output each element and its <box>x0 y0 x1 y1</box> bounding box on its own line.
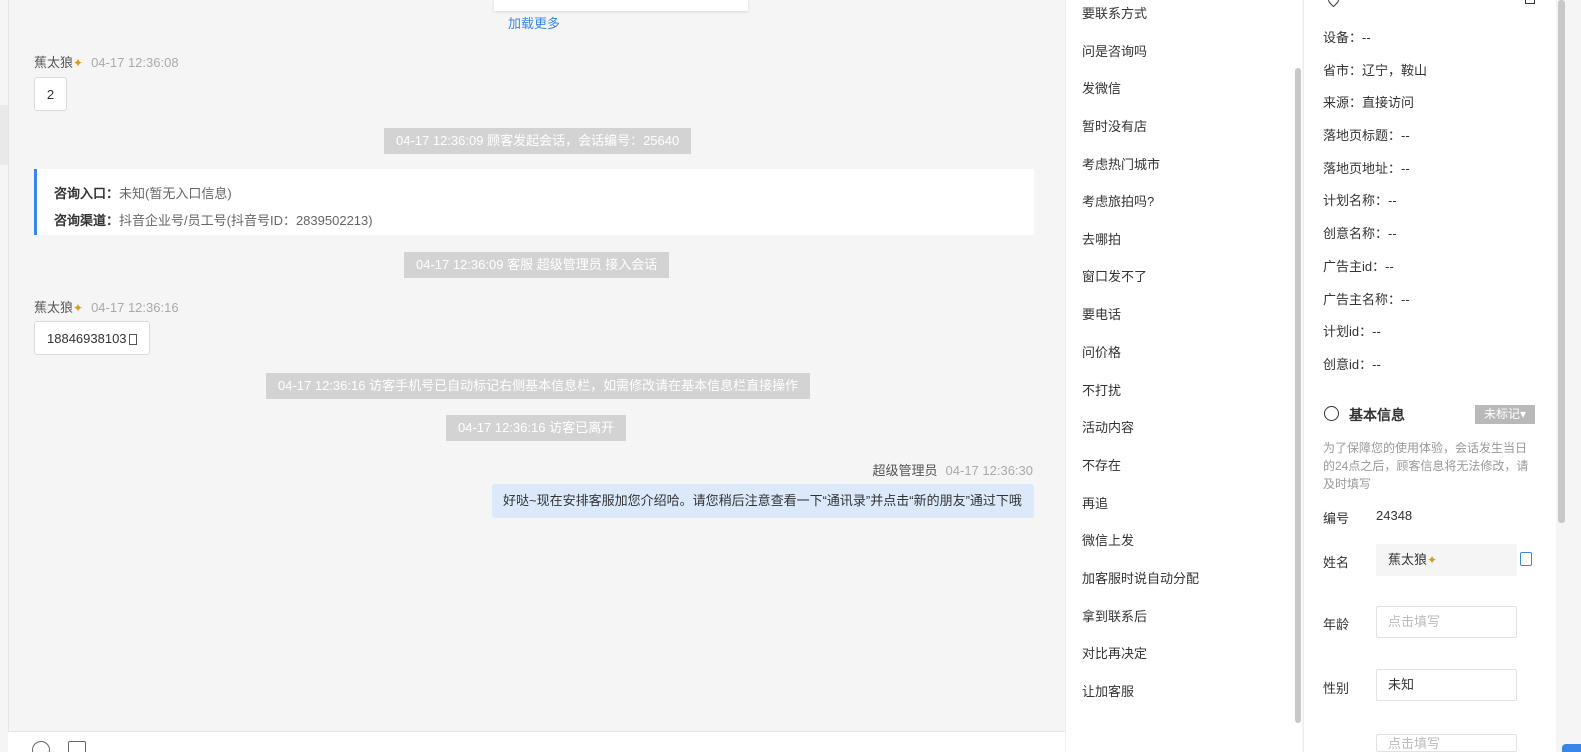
message-text: 2 <box>46 86 55 102</box>
quick-reply-item[interactable]: 加客服时说自动分配 <box>1082 568 1199 587</box>
system-notice: 04-17 12:36:16 访客手机号已自动标记右侧基本信息栏，如需修改请在基… <box>266 373 811 399</box>
quick-reply-item[interactable]: 不打扰 <box>1082 380 1121 399</box>
copy-icon[interactable] <box>1520 552 1532 566</box>
source-info-line: 广告主id：-- <box>1323 259 1394 274</box>
quick-reply-item[interactable]: 窗口发不了 <box>1082 266 1147 285</box>
badge-icon: ✦ <box>1427 553 1438 567</box>
quick-reply-item[interactable]: 问价格 <box>1082 342 1121 361</box>
quick-reply-item[interactable]: 问是咨询吗 <box>1082 41 1147 60</box>
source-info-line: 创意id：-- <box>1323 357 1381 372</box>
gender-select[interactable]: 未知 <box>1376 669 1517 701</box>
basic-info-title: 基本信息 <box>1349 407 1405 423</box>
quick-reply-panel: 要联系方式 问是咨询吗 发微信 暂时没有店 考虑热门城市 考虑旅拍吗? 去哪拍 … <box>1065 0 1302 752</box>
source-info-line: 设备：-- <box>1323 30 1371 45</box>
quick-reply-item[interactable]: 再追 <box>1082 493 1108 512</box>
quick-reply-item[interactable]: 活动内容 <box>1082 417 1134 436</box>
message-time: 04-17 12:36:08 <box>91 55 179 70</box>
edit-notice: 为了保障您的使用体验，会话发生当日的24点之后，顾客信息将无法修改，请及时填写 <box>1323 441 1529 491</box>
sender-name: 蕉太狼 <box>34 55 74 70</box>
info-panel-scrollbar[interactable] <box>1558 0 1565 523</box>
source-info-line: 创意名称：-- <box>1323 226 1397 241</box>
user-circle-icon <box>1324 406 1339 421</box>
source-info-line: 落地页地址：-- <box>1323 161 1410 176</box>
channel-row: 咨询渠道：抖音企业号/员工号(抖音号ID：2839502213) <box>54 213 373 228</box>
age-input[interactable]: 点击填写 <box>1376 606 1517 638</box>
agent-message-meta: 超级管理员 04-17 12:36:30 <box>873 460 1033 479</box>
quick-reply-item[interactable]: 对比再决定 <box>1082 643 1147 662</box>
source-info-line: 来源：直接访问 <box>1323 95 1415 110</box>
load-more-link[interactable]: 加载更多 <box>508 13 560 32</box>
visitor-message-meta: 蕉太狼✦ 04-17 12:36:08 <box>34 52 179 71</box>
name-label: 姓名 <box>1323 555 1350 570</box>
id-label: 编号 <box>1323 511 1350 526</box>
quick-reply-item[interactable]: 发微信 <box>1082 78 1121 97</box>
location-icon <box>1325 0 1342 8</box>
name-field[interactable]: 蕉太狼✦ <box>1376 544 1517 576</box>
floating-action-button[interactable] <box>1562 744 1581 752</box>
left-panel-edge <box>0 105 8 165</box>
entry-row: 咨询入口：未知(暂无入口信息) <box>54 186 232 201</box>
visitor-info-panel: 设备：-- 省市：辽宁，鞍山 来源：直接访问 落地页标题：-- 落地页地址：--… <box>1303 0 1556 752</box>
gender-label: 性别 <box>1323 681 1350 696</box>
edit-icon[interactable] <box>1525 0 1535 4</box>
tag-dropdown-button[interactable]: 未标记▾ <box>1475 405 1535 424</box>
badge-icon: ✦ <box>73 301 84 315</box>
source-info-line: 落地页标题：-- <box>1323 128 1410 143</box>
system-notice: 04-17 12:36:09 客服 超级管理员 接入会话 <box>404 252 670 278</box>
message-time: 04-17 12:36:30 <box>945 463 1033 478</box>
quick-reply-item[interactable]: 拿到联系后 <box>1082 606 1147 625</box>
id-value: 24348 <box>1376 508 1413 523</box>
agent-message-bubble: 好哒~现在安排客服加您介绍哈。请您稍后注意查看一下“通讯录”并点击“新的朋友”通… <box>492 484 1034 518</box>
system-notice: 04-17 12:36:09 顾客发起会话，会话编号：25640 <box>384 128 692 154</box>
image-icon[interactable] <box>68 741 86 752</box>
source-info-line: 计划id：-- <box>1323 324 1381 339</box>
phone-number: 18846938103 <box>47 330 127 346</box>
input-toolbar <box>8 731 1065 752</box>
source-info-line: 广告主名称：-- <box>1323 292 1410 307</box>
visitor-message-bubble: 2 <box>34 77 67 111</box>
quick-reply-item[interactable]: 不存在 <box>1082 455 1121 474</box>
quick-reply-item[interactable]: 考虑旅拍吗? <box>1082 191 1154 210</box>
chat-panel: 加载更多 蕉太狼✦ 04-17 12:36:08 2 04-17 12:36:09… <box>8 0 1065 737</box>
quick-reply-item[interactable]: 考虑热门城市 <box>1082 154 1160 173</box>
copy-icon[interactable] <box>128 333 137 345</box>
next-field-input[interactable]: 点击填写 <box>1376 734 1517 752</box>
previous-message-card <box>494 0 748 11</box>
quick-reply-item[interactable]: 暂时没有店 <box>1082 116 1147 135</box>
age-label: 年龄 <box>1323 617 1350 632</box>
message-time: 04-17 12:36:16 <box>91 300 179 315</box>
source-info-line: 计划名称：-- <box>1323 193 1397 208</box>
quick-reply-item[interactable]: 微信上发 <box>1082 530 1134 549</box>
consult-entry-card: 咨询入口：未知(暂无入口信息) 咨询渠道：抖音企业号/员工号(抖音号ID：283… <box>34 169 1034 235</box>
name-value: 蕉太狼 <box>1388 552 1428 567</box>
quick-reply-item[interactable]: 去哪拍 <box>1082 229 1121 248</box>
emoji-icon[interactable] <box>32 741 50 752</box>
visitor-phone-bubble: 18846938103 <box>34 321 150 355</box>
quick-reply-scrollbar[interactable] <box>1295 68 1301 723</box>
quick-reply-item[interactable]: 让加客服 <box>1082 681 1134 700</box>
badge-icon: ✦ <box>73 56 84 70</box>
system-notice: 04-17 12:36:16 访客已离开 <box>446 415 627 441</box>
sender-name: 蕉太狼 <box>34 300 74 315</box>
quick-reply-item[interactable]: 要联系方式 <box>1082 3 1147 22</box>
sender-name: 超级管理员 <box>872 463 938 478</box>
quick-reply-item[interactable]: 要电话 <box>1082 304 1121 323</box>
visitor-message-meta: 蕉太狼✦ 04-17 12:36:16 <box>34 297 179 316</box>
source-info-line: 省市：辽宁，鞍山 <box>1323 63 1428 78</box>
